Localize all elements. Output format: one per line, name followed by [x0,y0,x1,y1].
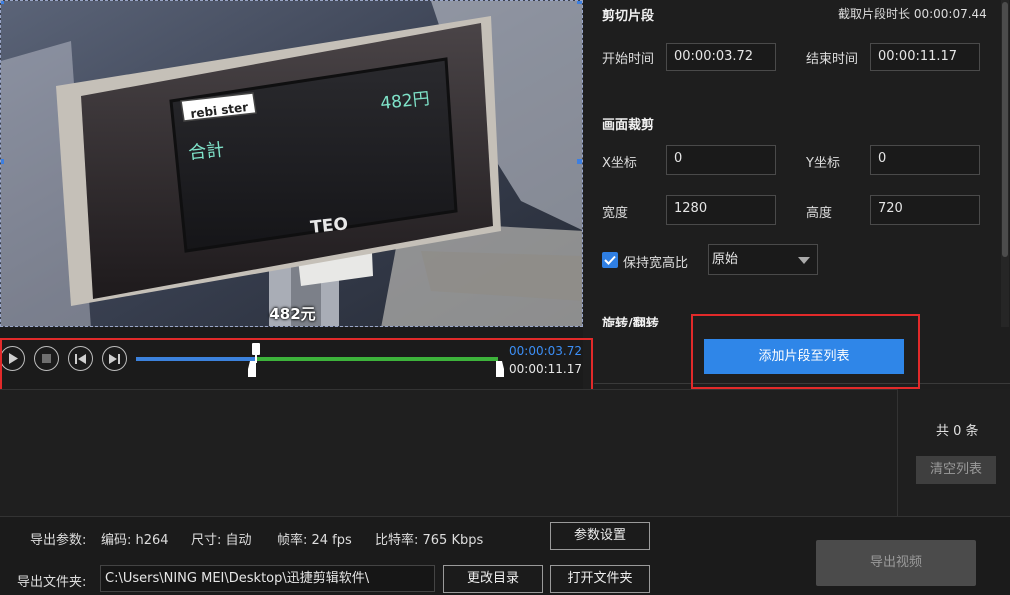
video-frame-image: rebi ster 482円 合計 TEO [1,1,582,326]
stand-logo: TEO [309,214,349,238]
codec-info: 编码: h264 [101,533,169,548]
export-folder-label: 导出文件夹: [17,575,87,590]
x-coord-input[interactable]: 0 [666,145,776,175]
rotate-section-title: 旋转/翻转 [602,317,659,327]
y-coord-label: Y坐标 [806,156,840,171]
open-folder-button[interactable]: 打开文件夹 [550,565,650,593]
width-input[interactable]: 1280 [666,195,776,225]
change-directory-button[interactable]: 更改目录 [443,565,543,593]
height-input[interactable]: 720 [870,195,980,225]
clip-list[interactable] [0,389,897,516]
aspect-ratio-select[interactable]: 原始 [708,244,818,275]
keep-ratio-checkbox[interactable] [602,252,618,268]
settings-scrollbar-thumb[interactable] [1002,2,1008,257]
export-folder-path[interactable]: C:\Users\NING MEI\Desktop\迅捷剪辑软件\ [100,565,435,592]
highlight-box-add-button [691,314,920,389]
keep-ratio-label: 保持宽高比 [623,256,689,271]
y-coord-input[interactable]: 0 [870,145,980,175]
settings-panel: 剪切片段 截取片段时长 00:00:07.44 开始时间 00:00:03.72… [594,0,998,327]
bitrate-info: 比特率: 765 Kbps [375,533,484,548]
x-coord-label: X坐标 [602,156,637,171]
height-label: 高度 [806,206,833,221]
crop-handle-top-left[interactable] [1,1,4,4]
width-label: 宽度 [602,206,629,221]
export-video-button[interactable]: 导出视频 [816,540,976,586]
subtitle-text: 482元 [269,305,316,323]
clear-list-button[interactable]: 清空列表 [916,456,996,484]
start-time-label: 开始时间 [602,52,655,67]
fps-info: 帧率: 24 fps [277,533,352,548]
chevron-down-icon [798,257,810,264]
total-label: 合計 [187,139,225,164]
clip-count: 共 0 条 [936,424,979,439]
crop-section-title: 画面裁剪 [602,118,655,133]
crop-handle-left[interactable] [1,159,4,164]
video-preview[interactable]: rebi ster 482円 合計 TEO 482元 [0,0,583,327]
end-time-input[interactable]: 00:00:11.17 [870,43,980,71]
end-time-label: 结束时间 [806,52,859,67]
aspect-ratio-value: 原始 [712,252,739,267]
start-time-input[interactable]: 00:00:03.72 [666,43,776,71]
params-settings-button[interactable]: 参数设置 [550,522,650,550]
checkmark-icon [604,255,616,265]
clip-list-sidebar [897,389,1010,516]
crop-handle-top-right[interactable] [577,1,582,4]
export-params-label: 导出参数: [30,533,87,548]
highlight-box-timeline [0,338,593,393]
clip-section-title: 剪切片段 [602,9,655,24]
crop-handle-right[interactable] [577,159,582,164]
size-info: 尺寸: 自动 [191,533,252,548]
clip-duration-label: 截取片段时长 00:00:07.44 [838,7,987,21]
